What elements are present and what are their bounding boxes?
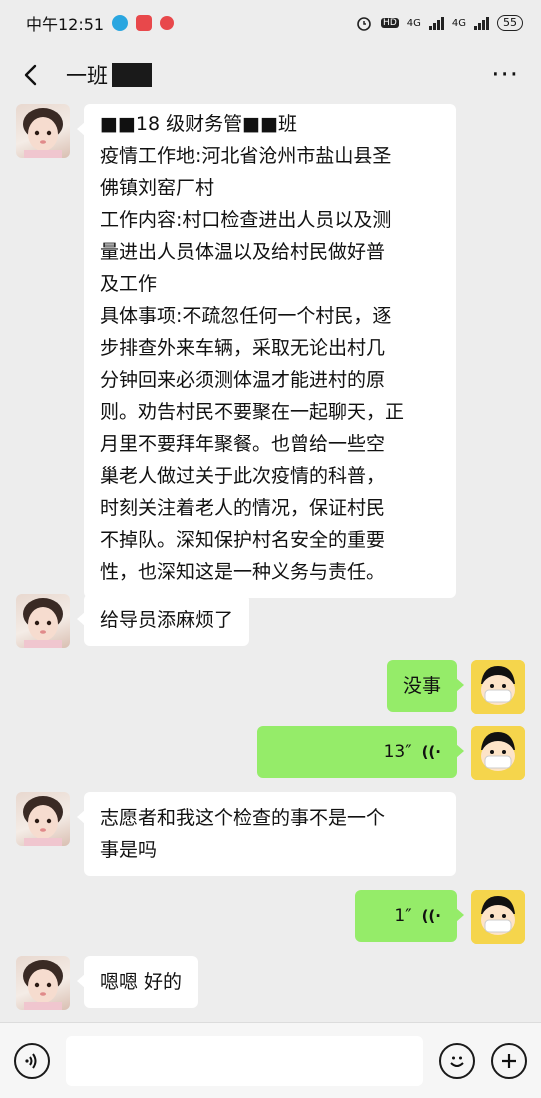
weibo-icon xyxy=(160,16,175,30)
girl-avatar-icon xyxy=(23,598,63,648)
message-bubble[interactable]: 志愿者和我这个检查的事不是一个 事是吗 xyxy=(77,792,456,876)
redaction-block xyxy=(112,63,152,87)
message-line: 志愿者和我这个检查的事不是一个 xyxy=(100,807,386,829)
message-line: 分钟回来必须测体温才能进村的原 xyxy=(100,369,386,391)
message-line: 及工作 xyxy=(100,273,158,295)
qq-icon xyxy=(112,15,129,31)
message-row: 1″ ((· xyxy=(0,890,541,946)
voice-message-bubble[interactable]: 1″ ((· xyxy=(355,890,464,942)
message-input[interactable] xyxy=(66,1035,423,1086)
message-line: 步排查外来车辆，采取无论出村几 xyxy=(100,337,386,359)
input-actions xyxy=(439,1042,527,1079)
message-row: 13″ ((· xyxy=(0,726,541,782)
message-line: 事是吗 xyxy=(100,839,158,861)
more-dots-icon[interactable]: ··· xyxy=(491,62,519,88)
avatar[interactable] xyxy=(16,792,70,846)
voice-message-bubble[interactable]: 13″ ((· xyxy=(257,726,464,778)
network-label-2: 4G xyxy=(451,17,466,29)
girl-avatar-icon xyxy=(23,796,63,846)
message-line: 月里不要拜年聚餐。也曾给一些空 xyxy=(100,433,386,455)
message-line: 巢老人做过关于此次疫情的科普， xyxy=(100,465,386,487)
message-text: 没事 xyxy=(402,675,441,697)
voice-duration: 13″ xyxy=(383,742,412,762)
message-line: 时刻关注着老人的情况，保证村民 xyxy=(100,497,386,519)
avatar[interactable] xyxy=(16,956,70,1010)
message-text: 给导员添麻烦了 xyxy=(100,609,234,631)
signal-icon-2 xyxy=(474,16,489,30)
status-left: 中午12:51 xyxy=(26,11,175,35)
girl-avatar-icon xyxy=(23,108,63,158)
alarm-icon xyxy=(357,17,371,31)
chevron-left-icon[interactable] xyxy=(22,64,44,86)
message-list[interactable]: ■■18 级财务管■■班 疫情工作地:河北省沧州市盐山县圣 佛镇刘窑厂村 工作内… xyxy=(0,104,541,1022)
message-text: 嗯嗯 好的 xyxy=(100,971,183,993)
chat-header: 一班 ··· xyxy=(0,46,541,104)
cartoon-boy-avatar-icon xyxy=(471,726,525,780)
avatar[interactable] xyxy=(16,104,70,158)
message-row: 给导员添麻烦了 xyxy=(0,594,541,650)
status-bar: 中午12:51 HD 4G 4G 55 xyxy=(0,0,541,46)
plus-icon[interactable] xyxy=(491,1042,527,1079)
girl-avatar-icon xyxy=(23,960,63,1010)
message-row: ■■18 级财务管■■班 疫情工作地:河北省沧州市盐山县圣 佛镇刘窑厂村 工作内… xyxy=(0,104,541,598)
network-label-1: 4G xyxy=(406,17,421,29)
signal-icon xyxy=(428,16,444,30)
cartoon-boy-avatar-icon xyxy=(471,890,525,944)
message-row: 嗯嗯 好的 xyxy=(0,956,541,1012)
message-row: 志愿者和我这个检查的事不是一个 事是吗 xyxy=(0,792,541,876)
message-line: 则。劝告村民不要聚在一起聊天，正 xyxy=(100,401,405,423)
message-line: 佛镇刘窑厂村 xyxy=(100,177,215,199)
input-bar xyxy=(0,1022,541,1098)
message-line: 性，也深知这是一种义务与责任。 xyxy=(100,561,386,583)
voice-message: 1″ ((· xyxy=(371,900,441,932)
cartoon-boy-avatar-icon xyxy=(471,660,525,714)
avatar[interactable] xyxy=(471,890,525,944)
emoji-icon[interactable] xyxy=(439,1042,475,1079)
hd-badge: HD xyxy=(381,18,399,28)
chat-title: 一班 xyxy=(66,60,152,90)
message-row: 没事 xyxy=(0,660,541,716)
message-bubble[interactable]: 给导员添麻烦了 xyxy=(76,594,250,646)
message-bubble[interactable]: 没事 xyxy=(386,660,465,712)
battery-indicator: 55 xyxy=(497,15,523,31)
avatar[interactable] xyxy=(471,726,525,780)
message-bubble[interactable]: ■■18 级财务管■■班 疫情工作地:河北省沧州市盐山县圣 佛镇刘窑厂村 工作内… xyxy=(77,104,456,598)
voice-toggle-icon[interactable] xyxy=(14,1042,50,1079)
message-bubble[interactable]: 嗯嗯 好的 xyxy=(76,956,199,1008)
avatar[interactable] xyxy=(471,660,525,714)
voice-duration: 1″ xyxy=(394,906,412,926)
voice-message: 13″ ((· xyxy=(273,736,441,768)
status-right: HD 4G 4G 55 xyxy=(355,14,523,32)
message-line: 具体事项:不疏忽任何一个村民，逐 xyxy=(100,305,392,327)
avatar[interactable] xyxy=(16,594,70,648)
voice-wave-icon: ((· xyxy=(421,743,441,761)
chat-title-text: 一班 xyxy=(66,64,108,88)
voice-wave-icon: ((· xyxy=(421,907,441,925)
message-line: 疫情工作地:河北省沧州市盐山县圣 xyxy=(100,145,392,167)
message-line: 量进出人员体温以及给村民做好普 xyxy=(100,241,386,263)
message-line: ■■18 级财务管■■班 xyxy=(100,113,298,135)
message-line: 不掉队。深知保护村名安全的重要 xyxy=(100,529,386,551)
message-line: 工作内容:村口检查进出人员以及测 xyxy=(100,209,392,231)
status-time: 中午12:51 xyxy=(26,15,105,34)
app-notification-icon xyxy=(136,15,153,31)
